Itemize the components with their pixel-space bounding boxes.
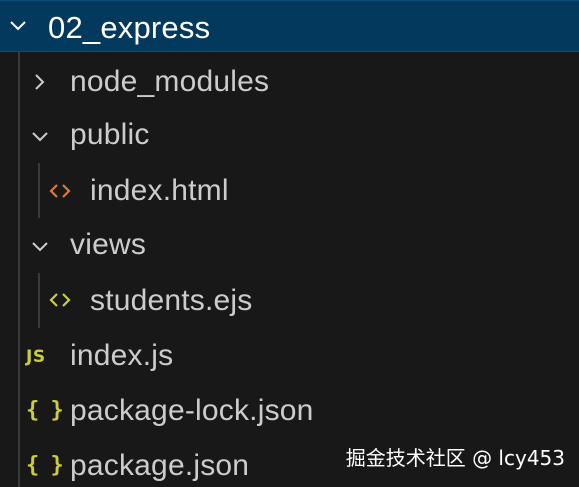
tree-item-label: node_modules [70, 65, 270, 98]
tree-item-label: package.json [70, 449, 250, 482]
tree-item-label: views [70, 228, 147, 261]
root-folder-label: 02_express [48, 10, 211, 45]
tree-item-label: students.ejs [90, 284, 253, 317]
tree-item-label: index.js [70, 339, 174, 372]
json-icon: { } [26, 398, 64, 423]
ejs-icon [48, 290, 72, 310]
watermark: 掘金技术社区 @ lcy453 [345, 446, 565, 470]
tree-item-index-js[interactable]: JS index.js [0, 329, 579, 384]
tree-item-node-modules[interactable]: node_modules [0, 54, 579, 109]
tree-item-index-html[interactable]: index.html [0, 164, 579, 219]
tree-item-views[interactable]: views [0, 219, 579, 274]
chevron-right-icon [30, 72, 50, 92]
tree-item-label: public [70, 118, 150, 151]
tree-item-label: package-lock.json [70, 394, 314, 427]
tree-item-label: index.html [90, 174, 229, 207]
tree-item-package-lock-json[interactable]: { } package-lock.json [0, 384, 579, 439]
tree-root-folder[interactable]: 02_express [0, 0, 579, 52]
chevron-down-icon [8, 16, 28, 36]
json-icon: { } [26, 453, 64, 478]
file-explorer: 02_express node_modules public index.htm… [0, 0, 579, 487]
chevron-down-icon [30, 237, 50, 257]
js-icon: JS [26, 347, 46, 367]
html-icon [48, 181, 72, 201]
chevron-down-icon [30, 127, 50, 147]
tree-item-students-ejs[interactable]: students.ejs [0, 274, 579, 329]
tree-item-public[interactable]: public [0, 109, 579, 164]
